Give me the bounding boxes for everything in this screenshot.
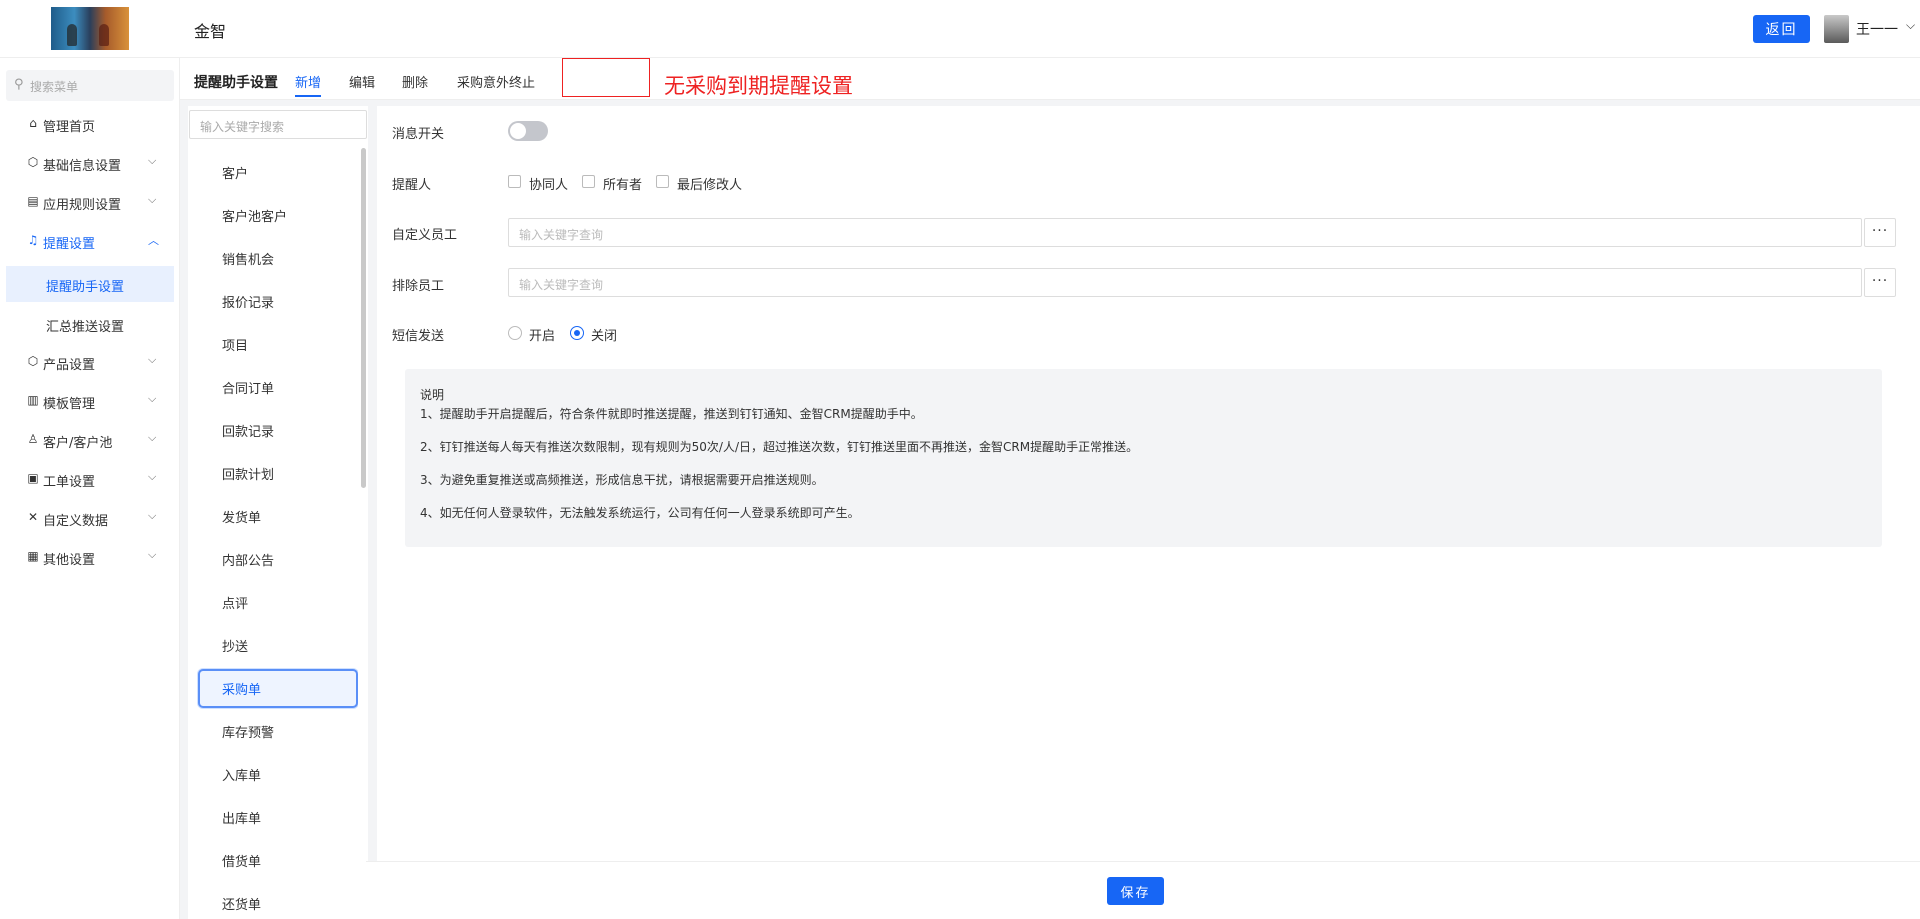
sidebar-item-home[interactable]: ⌂ 管理首页 (0, 105, 180, 143)
instructions-line: 1、提醒助手开启提醒后，符合条件就即时推送提醒，推送到钉钉通知、金智CRM提醒助… (420, 407, 923, 421)
avatar[interactable] (1824, 15, 1849, 43)
checkbox-collaborator-label: 协同人 (529, 178, 569, 193)
chevron-down-icon: ⌵ (148, 193, 157, 206)
sms-radio-off[interactable] (570, 326, 584, 340)
sidebar-item-customer[interactable]: ♙ 客户/客户池 ⌵ (0, 421, 180, 459)
module-item[interactable]: 点评 (198, 583, 358, 622)
sms-radio-on[interactable] (508, 326, 522, 340)
top-header: 金智 返回 王一一 ⌵ (0, 0, 1920, 58)
cube-icon: ⬡ (27, 354, 39, 368)
search-icon: ⚲ (14, 77, 24, 92)
module-item[interactable]: 回款记录 (198, 411, 358, 450)
exclude-staff-more-button[interactable]: ··· (1864, 268, 1896, 297)
module-search-input[interactable]: 输入关键字搜索 (189, 110, 367, 139)
custom-staff-label: 自定义员工 (392, 228, 458, 243)
chevron-down-icon: ⌵ (148, 470, 157, 483)
exclude-staff-label: 排除员工 (392, 279, 445, 294)
logo (51, 7, 129, 50)
checkbox-last-modifier[interactable] (656, 175, 669, 188)
sms-radio-on-label: 开启 (529, 329, 556, 344)
module-item[interactable]: 销售机会 (198, 239, 358, 278)
checkbox-last-modifier-label: 最后修改人 (677, 178, 743, 193)
checkbox-collaborator[interactable] (508, 175, 521, 188)
module-item[interactable]: 还货单 (198, 884, 358, 919)
reminder-label: 提醒人 (392, 178, 432, 193)
chevron-down-icon: ⌵ (148, 548, 157, 561)
custom-staff-input[interactable]: 输入关键字查询 (508, 218, 1862, 247)
custom-staff-more-button[interactable]: ··· (1864, 218, 1896, 247)
sidebar-item-ticket[interactable]: ▣ 工单设置 ⌵ (0, 460, 180, 498)
sidebar-item-reminder[interactable]: ♫ 提醒设置 ︿ (0, 222, 180, 260)
tab-delete[interactable]: 删除 (402, 72, 428, 91)
sidebar-item-template[interactable]: ▥ 模板管理 ⌵ (0, 382, 180, 420)
page-header: 提醒助手设置 新增 编辑 删除 采购意外终止 无采购到期提醒设置 (180, 58, 1920, 100)
chevron-up-icon: ︿ (148, 234, 159, 247)
message-switch-label: 消息开关 (392, 127, 445, 142)
scrollbar[interactable] (361, 148, 366, 488)
instructions-line: 2、钉钉推送每人每天有推送次数限制，现有规则为50次/人/日，超过推送次数，钉钉… (420, 440, 1139, 454)
instructions-line: 3、为避免重复推送或高频推送，形成信息干扰，请根据需要开启推送规则。 (420, 473, 824, 487)
module-item[interactable]: 入库单 (198, 755, 358, 794)
annotation-text: 无采购到期提醒设置 (664, 74, 853, 98)
grid-icon: ▦ (27, 549, 39, 563)
sidebar-item-product[interactable]: ⬡ 产品设置 ⌵ (0, 343, 180, 381)
sms-radio-off-label: 关闭 (591, 329, 618, 344)
sidebar-item-custom-data[interactable]: ✕ 自定义数据 ⌵ (0, 499, 180, 537)
module-item[interactable]: 客户池客户 (198, 196, 358, 235)
home-icon: ⌂ (29, 116, 37, 130)
app-name: 金智 (194, 22, 227, 41)
chevron-down-icon: ⌵ (148, 509, 157, 522)
bell-icon: ♫ (27, 233, 39, 247)
annotation-box (562, 58, 650, 97)
template-icon: ▥ (27, 393, 39, 407)
chevron-down-icon: ⌵ (148, 353, 157, 366)
module-list: 客户客户池客户销售机会报价记录项目合同订单回款记录回款计划发货单内部公告点评抄送… (188, 153, 358, 919)
tab-add[interactable]: 新增 (295, 72, 322, 97)
module-item[interactable]: 借货单 (198, 841, 358, 880)
module-item[interactable]: 项目 (198, 325, 358, 364)
save-button[interactable]: 保存 (1107, 877, 1164, 905)
module-item[interactable]: 内部公告 (198, 540, 358, 579)
cube-icon: ⬡ (27, 155, 39, 169)
chevron-down-icon: ⌵ (148, 392, 157, 405)
instructions-title: 说明 (420, 388, 445, 402)
module-item[interactable]: 库存预警 (198, 712, 358, 751)
instructions-box: 说明 1、提醒助手开启提醒后，符合条件就即时推送提醒，推送到钉钉通知、金智CRM… (405, 369, 1882, 547)
module-item[interactable]: 出库单 (198, 798, 358, 837)
module-item[interactable]: 发货单 (198, 497, 358, 536)
tab-edit[interactable]: 编辑 (349, 72, 375, 91)
module-item[interactable]: 抄送 (198, 626, 358, 665)
sidebar-subitem-reminder-assistant[interactable]: 提醒助手设置 (6, 266, 174, 302)
checkbox-owner[interactable] (582, 175, 595, 188)
sms-label: 短信发送 (392, 329, 445, 344)
module-item[interactable]: 回款计划 (198, 454, 358, 493)
menu-search-input[interactable]: ⚲ 搜索菜单 (6, 70, 174, 101)
module-item[interactable]: 采购单 (198, 669, 358, 708)
module-item[interactable]: 客户 (198, 153, 358, 192)
chevron-down-icon: ⌵ (148, 154, 157, 167)
user-icon: ♙ (27, 432, 39, 446)
module-item[interactable]: 报价记录 (198, 282, 358, 321)
exclude-staff-input[interactable]: 输入关键字查询 (508, 268, 1862, 297)
sidebar-item-basic-info[interactable]: ⬡ 基础信息设置 ⌵ (0, 144, 180, 182)
sidebar-subitem-summary-push[interactable]: 汇总推送设置 (6, 306, 174, 342)
module-item[interactable]: 合同订单 (198, 368, 358, 407)
message-switch-toggle[interactable] (508, 121, 548, 141)
back-button[interactable]: 返回 (1753, 15, 1810, 43)
page-title: 提醒助手设置 (194, 75, 278, 91)
document-icon: ▤ (27, 194, 39, 208)
sidebar-item-other[interactable]: ▦ 其他设置 ⌵ (0, 538, 180, 576)
ticket-icon: ▣ (27, 471, 39, 485)
chevron-down-icon[interactable]: ⌵ (1906, 18, 1915, 33)
tools-icon: ✕ (27, 510, 39, 524)
chevron-down-icon: ⌵ (148, 431, 157, 444)
sidebar-item-app-rules[interactable]: ▤ 应用规则设置 ⌵ (0, 183, 180, 221)
instructions-line: 4、如无任何人登录软件，无法触发系统运行，公司有任何一人登录系统即可产生。 (420, 506, 860, 520)
user-name[interactable]: 王一一 (1856, 19, 1898, 39)
checkbox-owner-label: 所有者 (603, 178, 643, 193)
sidebar: ⚲ 搜索菜单 ⌂ 管理首页 ⬡ 基础信息设置 ⌵ ▤ 应用规则设置 ⌵ ♫ 提醒… (0, 58, 180, 919)
tab-purchase-terminated[interactable]: 采购意外终止 (457, 72, 535, 91)
